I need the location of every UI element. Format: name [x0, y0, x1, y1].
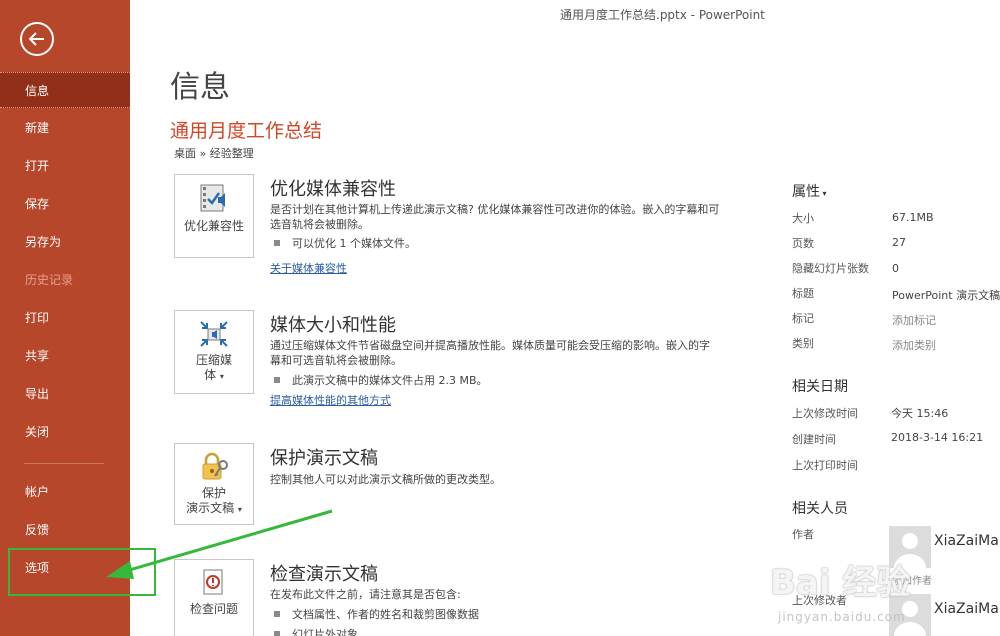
bullet-icon — [274, 631, 280, 636]
sidebar-item-label: 打印 — [25, 311, 50, 325]
optimize-compatibility-button[interactable]: 优化兼容性 — [174, 174, 254, 258]
section-desc-media-size: 通过压缩媒体文件节省磁盘空间并提高播放性能。媒体质量可能会受压缩的影响。嵌入的字… — [270, 339, 710, 367]
section-title-media-size: 媒体大小和性能 — [270, 315, 396, 336]
sidebar-item-label: 反馈 — [25, 523, 50, 537]
person-icon — [894, 533, 926, 568]
author-name[interactable]: XiaZaiMa.C — [934, 533, 1000, 549]
property-key: 大小 — [792, 212, 814, 225]
film-speaker-check-icon — [200, 184, 225, 212]
bullet-text: 幻灯片外对象 — [292, 628, 358, 636]
compress-media-button[interactable]: 压缩媒 体 ▾ — [174, 310, 254, 394]
sidebar-item-label: 关闭 — [25, 425, 50, 439]
property-key: 类别 — [792, 337, 814, 350]
sidebar-item-print[interactable]: 打印 — [0, 300, 130, 336]
section-desc-protect: 控制其他人可以对此演示文稿所做的更改类型。 — [270, 473, 501, 486]
property-value-title[interactable]: PowerPoint 演示文稿 — [892, 287, 1000, 303]
protect-label-line1: 保护 — [201, 486, 226, 500]
section-bullet-media-size: 此演示文稿中的媒体文件占用 2.3 MB。 — [274, 372, 488, 388]
sidebar-item-label: 导出 — [25, 387, 50, 401]
date-key: 上次打印时间 — [792, 459, 858, 472]
property-value-pages: 27 — [892, 236, 906, 249]
property-value-size: 67.1MB — [892, 211, 934, 224]
section-bullet-compatibility: 可以优化 1 个媒体文件。 — [274, 235, 416, 251]
section-bullet-inspect-1: 文档属性、作者的姓名和裁剪图像数据 — [274, 606, 479, 622]
avatar — [889, 526, 931, 568]
sidebar-item-label: 新建 — [25, 121, 50, 135]
property-value-tags[interactable]: 添加标记 — [892, 312, 936, 328]
date-value-created: 2018-3-14 16:21 — [891, 431, 984, 444]
sidebar-item-close[interactable]: 关闭 — [0, 414, 130, 450]
back-button[interactable] — [20, 22, 54, 56]
dates-heading: 相关日期 — [792, 379, 848, 395]
backstage-view: 信息 新建 打开 保存 另存为 历史记录 打印 共享 导出 关闭 帐户 反馈 选… — [0, 0, 1000, 636]
sidebar-item-label: 历史记录 — [25, 273, 74, 287]
sidebar-item-info[interactable]: 信息 — [0, 72, 130, 108]
property-key: 标记 — [792, 312, 814, 325]
property-key: 隐藏幻灯片张数 — [792, 262, 869, 275]
sidebar-item-open[interactable]: 打开 — [0, 148, 130, 184]
author-label: 作者 — [792, 528, 814, 541]
sidebar-item-history[interactable]: 历史记录 — [0, 262, 130, 298]
bullet-text: 文档属性、作者的姓名和裁剪图像数据 — [292, 608, 479, 621]
property-key: 标题 — [792, 287, 814, 300]
sidebar-item-save[interactable]: 保存 — [0, 186, 130, 222]
link-improve-media[interactable]: 提高媒体性能的其他方式 — [270, 392, 391, 408]
last-modified-by-label: 上次修改者 — [792, 594, 847, 607]
section-title-protect: 保护演示文稿 — [270, 448, 378, 469]
date-key: 创建时间 — [792, 433, 836, 446]
properties-heading[interactable]: 属性 ▾ — [792, 181, 827, 201]
page-title: 信息 — [170, 70, 230, 105]
section-title-compatibility: 优化媒体兼容性 — [270, 179, 396, 200]
watermark-url: jingyan.baidu.com — [778, 610, 906, 624]
sidebar-item-label: 信息 — [25, 84, 50, 98]
property-value-category[interactable]: 添加类别 — [892, 337, 936, 353]
document-title: 通用月度工作总结 — [170, 120, 323, 142]
compress-media-icon — [200, 321, 228, 347]
property-value-hidden-slides: 0 — [892, 262, 899, 275]
sidebar-item-label: 打开 — [25, 159, 50, 173]
compress-media-label-line1: 压缩媒 — [195, 353, 232, 367]
bullet-icon — [274, 611, 280, 617]
sidebar-item-new[interactable]: 新建 — [0, 110, 130, 146]
sidebar-item-label: 帐户 — [25, 485, 50, 499]
date-value-modified: 今天 15:46 — [891, 407, 949, 420]
dropdown-caret-icon: ▾ — [219, 372, 224, 381]
section-desc-inspect: 在发布此文件之前，请注意其是否包含: — [270, 588, 461, 601]
optimize-compatibility-label: 优化兼容性 — [183, 219, 244, 233]
property-key: 页数 — [792, 237, 814, 250]
bullet-text: 此演示文稿中的媒体文件占用 2.3 MB。 — [292, 374, 488, 387]
annotation-arrow-icon — [106, 509, 333, 579]
last-modified-by-name[interactable]: XiaZaiMa.C — [934, 601, 1000, 617]
sidebar-item-share[interactable]: 共享 — [0, 338, 130, 374]
compress-media-label-line2: 体 ▾ — [175, 368, 253, 384]
properties-heading-text: 属性 — [792, 184, 820, 200]
sidebar-divider — [24, 463, 104, 464]
avatar — [889, 594, 931, 636]
window-title: 通用月度工作总结.pptx - PowerPoint — [560, 8, 765, 22]
person-icon — [894, 601, 926, 636]
breadcrumb: 桌面 » 经验整理 — [174, 147, 254, 160]
date-key: 上次修改时间 — [792, 407, 858, 420]
bullet-icon — [274, 377, 280, 383]
people-heading: 相关人员 — [792, 501, 848, 517]
chevron-down-icon: ▾ — [820, 189, 827, 198]
bullet-text: 可以优化 1 个媒体文件。 — [292, 237, 416, 250]
section-bullet-inspect-2: 幻灯片外对象 — [274, 626, 358, 636]
bullet-icon — [274, 240, 280, 246]
lock-key-icon — [202, 452, 228, 480]
sidebar-item-label: 另存为 — [25, 235, 62, 249]
sidebar-item-export[interactable]: 导出 — [0, 376, 130, 412]
add-author-link[interactable]: 添加作者 — [892, 572, 932, 587]
sidebar-item-save-as[interactable]: 另存为 — [0, 224, 130, 260]
compress-media-label-text: 体 — [204, 368, 217, 382]
sidebar-item-label: 共享 — [25, 349, 50, 363]
sidebar-item-label: 保存 — [25, 197, 50, 211]
section-desc-compatibility: 是否计划在其他计算机上传递此演示文稿? 优化媒体兼容性可改进你的体验。嵌入的字幕… — [270, 203, 720, 231]
link-about-compatibility[interactable]: 关于媒体兼容性 — [270, 260, 347, 276]
back-arrow-icon — [28, 32, 44, 46]
check-issues-label: 检查问题 — [189, 602, 238, 616]
